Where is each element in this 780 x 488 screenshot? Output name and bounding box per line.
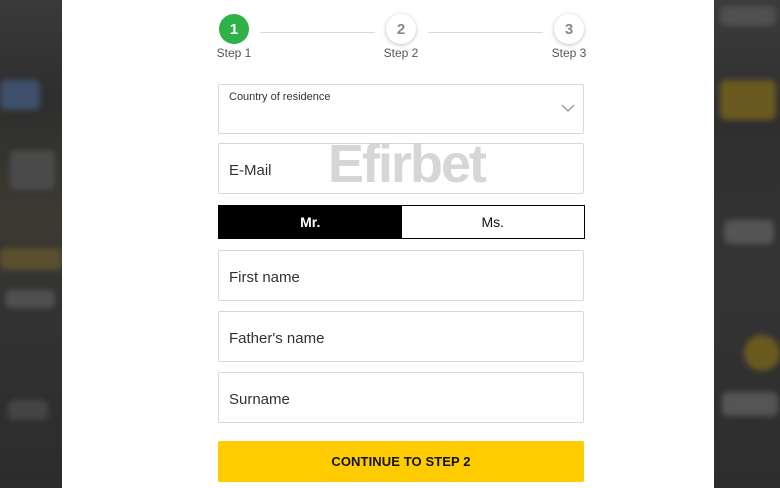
step-3-circle: 3: [554, 14, 584, 44]
step-2-label: Step 2: [383, 46, 419, 60]
father-name-field[interactable]: Father's name: [218, 311, 584, 362]
email-label: E-Mail: [229, 162, 272, 179]
surname-label: Surname: [229, 391, 290, 408]
continue-button[interactable]: CONTINUE TO STEP 2: [218, 441, 584, 482]
step-1[interactable]: 1 Step 1: [204, 0, 264, 60]
gender-ms-option[interactable]: Ms.: [401, 206, 584, 238]
registration-stepper: 1 Step 1 2 Step 2 3 Step 3: [62, 0, 714, 70]
registration-modal: 1 Step 1 2 Step 2 3 Step 3 Country of re…: [62, 0, 714, 488]
first-name-field[interactable]: First name: [218, 250, 584, 301]
efirbet-watermark: Efirbet: [328, 134, 488, 190]
chevron-down-icon: [561, 104, 575, 112]
step-2[interactable]: 2 Step 2: [371, 0, 431, 60]
step-connector: [428, 32, 543, 33]
step-2-circle: 2: [386, 14, 416, 44]
gender-mr-option[interactable]: Mr.: [219, 206, 402, 238]
gender-toggle: Mr. Ms.: [218, 205, 585, 239]
step-1-label: Step 1: [216, 46, 252, 60]
country-select[interactable]: Country of residence: [218, 84, 584, 134]
step-1-circle: 1: [219, 14, 249, 44]
step-3-label: Step 3: [551, 46, 587, 60]
surname-field[interactable]: Surname: [218, 372, 584, 423]
country-label: Country of residence: [229, 91, 331, 103]
background-left-panel: [0, 0, 62, 488]
first-name-label: First name: [229, 269, 300, 286]
background-right-panel: [714, 0, 780, 488]
step-connector: [260, 32, 375, 33]
step-3[interactable]: 3 Step 3: [539, 0, 599, 60]
watermark-text: Efirbet: [328, 134, 487, 190]
father-name-label: Father's name: [229, 330, 325, 347]
